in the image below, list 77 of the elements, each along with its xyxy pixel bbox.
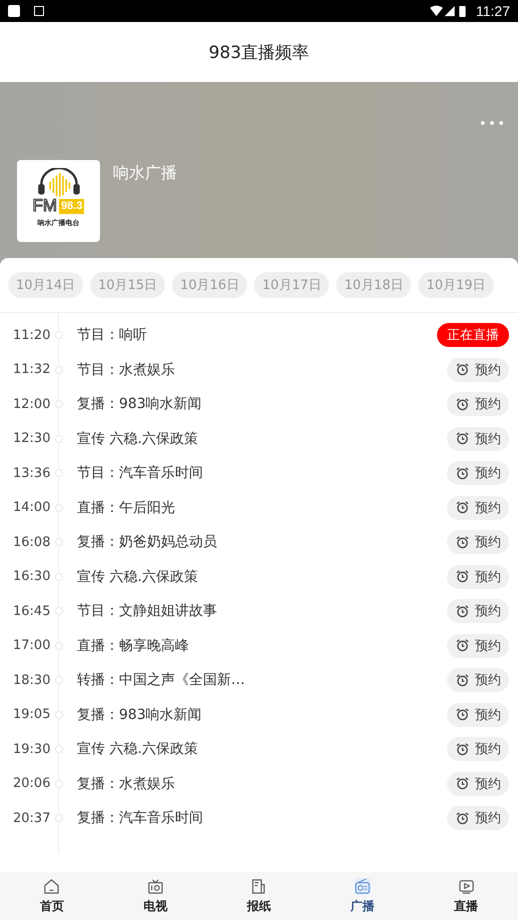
reserve-button[interactable]: 预约	[447, 426, 509, 451]
program-title: 节目：水煮娱乐	[77, 360, 176, 379]
nav-tab[interactable]: 首页	[0, 872, 104, 920]
alarm-clock-icon	[456, 604, 469, 618]
program-time: 16:08	[13, 534, 49, 550]
reserve-button[interactable]: 预约	[447, 737, 509, 762]
notification-icon	[34, 6, 44, 16]
notification-icon	[8, 5, 20, 17]
program-title: 宣传 六稳.六保政策	[77, 740, 199, 758]
reserve-button[interactable]: 预约	[447, 668, 509, 692]
program-title: 宣传 六稳.六保政策	[77, 430, 199, 448]
live-badge: 正在直播	[437, 323, 509, 348]
program-time: 13:36	[13, 466, 49, 481]
frequency-badge: 98.3	[59, 198, 84, 214]
program-time: 12:30	[13, 431, 49, 446]
program-time: 19:05	[13, 707, 49, 722]
program-time: 19:30	[13, 742, 49, 757]
program-time: 17:00	[13, 638, 49, 654]
program-time: 20:37	[13, 810, 49, 826]
alarm-clock-icon	[456, 570, 469, 584]
alarm-clock-icon	[456, 742, 469, 756]
alarm-clock-icon	[456, 536, 469, 549]
alarm-clock-icon	[456, 777, 469, 790]
program-title: 宣传 六稳.六保政策	[77, 568, 199, 586]
alarm-clock-icon	[456, 432, 469, 446]
alarm-clock-icon	[456, 674, 469, 687]
station-name: 响水广播	[113, 163, 177, 184]
program-time: 20:06	[13, 776, 49, 792]
nav-tab[interactable]: 电视	[104, 872, 208, 920]
more-icon[interactable]	[480, 120, 504, 126]
reserve-button[interactable]: 预约	[447, 806, 509, 830]
program-title: 直播：畅享晚高峰	[77, 636, 190, 655]
reserve-button[interactable]: 预约	[447, 392, 509, 416]
reserve-button[interactable]: 预约	[447, 599, 509, 624]
reserve-button[interactable]: 预约	[447, 564, 509, 589]
reserve-button[interactable]: 预约	[447, 530, 509, 554]
program-title: 节目：文静姐姐讲故事	[77, 602, 218, 620]
program-title: 复播：奶爸奶妈总动员	[77, 533, 218, 552]
page-title: 983直播频率	[208, 42, 310, 64]
alarm-clock-icon	[456, 398, 469, 411]
alarm-clock-icon	[456, 363, 469, 376]
program-title: 节目：响听	[77, 326, 148, 344]
program-title: 直播：午后阳光	[77, 498, 176, 517]
reserve-button[interactable]: 预约	[447, 702, 509, 727]
nav-tab[interactable]: 广播	[310, 872, 414, 920]
program-title: 节目：汽车音乐时间	[77, 464, 204, 482]
reserve-button[interactable]: 预约	[447, 772, 509, 796]
program-title: 复播：水煮娱乐	[77, 774, 176, 793]
program-title: 复播：汽车音乐时间	[77, 809, 204, 828]
program-title: 转播：中国之声《全国新…	[77, 671, 246, 690]
reserve-button[interactable]: 预约	[447, 461, 509, 486]
reserve-button[interactable]: 预约	[447, 358, 509, 382]
program-title: 复播：983响水新闻	[77, 395, 203, 414]
program-time: 12:00	[13, 396, 49, 412]
reserve-button[interactable]: 预约	[447, 634, 509, 658]
program-time: 14:00	[13, 500, 49, 516]
alarm-clock-icon	[456, 501, 469, 514]
nav-tab[interactable]: 直播	[414, 872, 518, 920]
newspaper-icon	[250, 878, 268, 894]
tv-icon	[146, 878, 164, 894]
home-icon	[43, 878, 60, 894]
program-time: 16:45	[13, 604, 49, 619]
alarm-clock-icon	[456, 708, 469, 722]
logo-brand: FM	[32, 197, 58, 215]
radio-icon	[354, 878, 372, 894]
reserve-button[interactable]: 预约	[447, 496, 509, 520]
program-time: 11:32	[13, 362, 49, 378]
program-title: 复播：983响水新闻	[77, 706, 203, 724]
alarm-clock-icon	[456, 466, 469, 480]
play-icon	[458, 878, 475, 894]
alarm-clock-icon	[456, 639, 469, 652]
program-time: 11:20	[13, 328, 49, 343]
nav-tab[interactable]: 报纸	[207, 872, 311, 920]
alarm-clock-icon	[456, 812, 469, 825]
program-time: 16:30	[13, 569, 49, 584]
clock: 11:27	[476, 3, 510, 19]
program-time: 18:30	[13, 672, 49, 688]
